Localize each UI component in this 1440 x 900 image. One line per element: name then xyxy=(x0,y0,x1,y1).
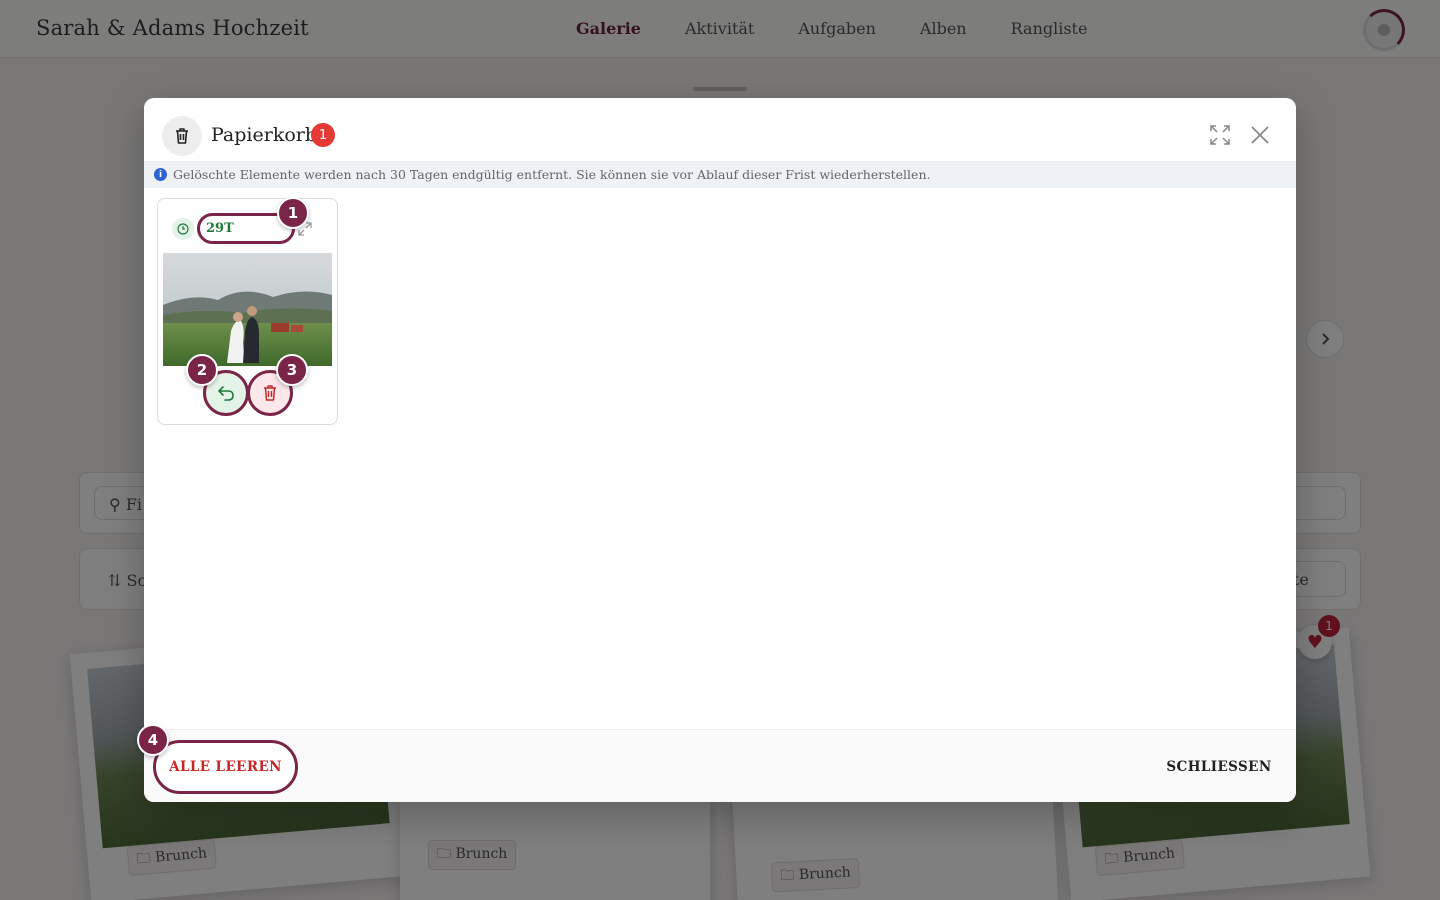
modal-header: Papierkorb 1 xyxy=(144,98,1296,162)
info-text: Gelöschte Elemente werden nach 30 Tagen … xyxy=(173,167,931,182)
trash-item-card: 29T xyxy=(157,198,338,425)
step-marker-1: 1 xyxy=(277,197,309,229)
info-icon: i xyxy=(154,168,167,181)
info-banner: i Gelöschte Elemente werden nach 30 Tage… xyxy=(144,161,1296,188)
close-modal-button[interactable] xyxy=(1247,122,1273,148)
step-marker-4: 4 xyxy=(137,724,169,756)
clear-all-button[interactable]: ALLE LEEREN xyxy=(153,740,298,794)
wedding-couple-photo xyxy=(163,253,332,366)
trash-icon-circle xyxy=(162,116,202,156)
step-marker-2: 2 xyxy=(186,354,218,386)
trash-modal: Papierkorb 1 i Gelöschte Elemente werden… xyxy=(144,98,1296,802)
trash-icon xyxy=(176,128,188,144)
expand-icon xyxy=(1210,125,1230,145)
days-remaining-text: 29T xyxy=(206,221,234,236)
clock-icon xyxy=(172,218,194,240)
trash-count-badge: 1 xyxy=(311,123,335,147)
undo-icon xyxy=(218,386,234,401)
trash-icon xyxy=(264,385,276,401)
fullscreen-button[interactable] xyxy=(1207,122,1233,148)
modal-title: Papierkorb xyxy=(211,124,318,146)
close-icon xyxy=(1251,126,1269,144)
modal-footer: ALLE LEEREN SCHLIESSEN xyxy=(144,729,1296,802)
step-marker-3: 3 xyxy=(276,354,308,386)
close-button[interactable]: SCHLIESSEN xyxy=(1159,752,1279,782)
deleted-photo-thumbnail[interactable] xyxy=(163,253,332,366)
